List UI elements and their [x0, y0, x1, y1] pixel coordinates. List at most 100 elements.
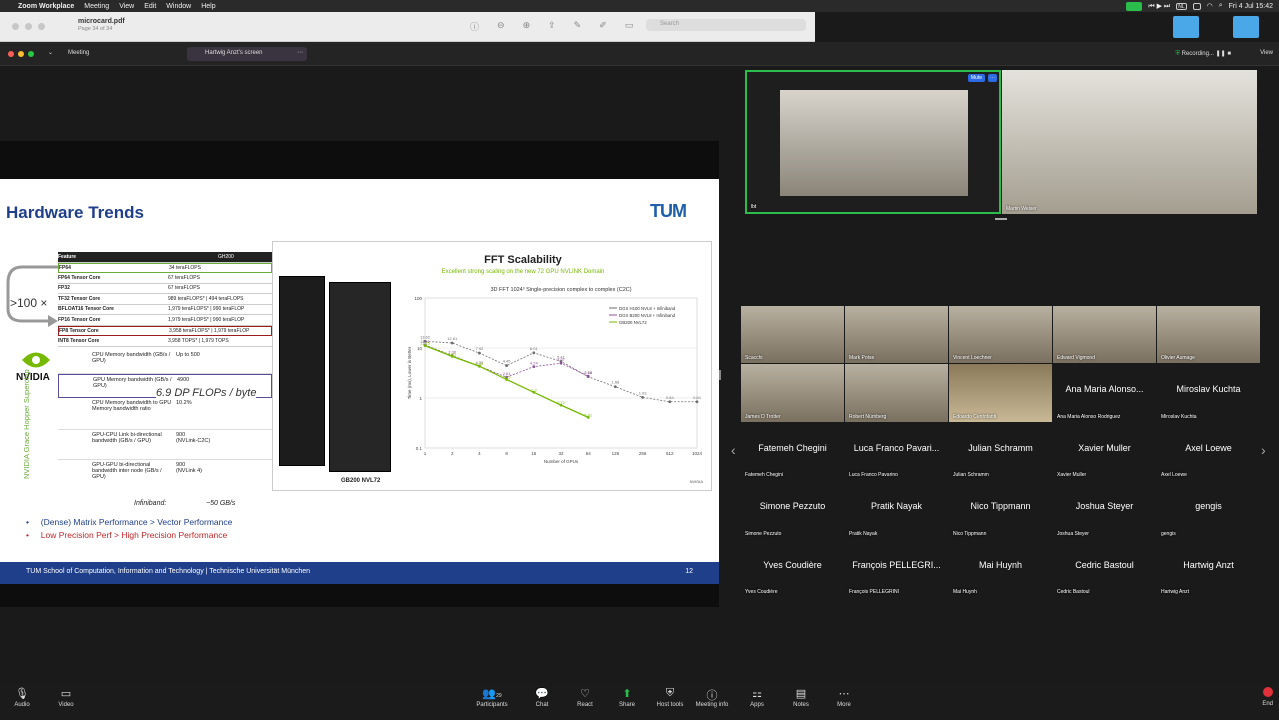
close-button[interactable]: [8, 51, 14, 57]
vertical-label: NVIDIA Grace Hopper Superchip: [22, 369, 31, 479]
gallery-tile[interactable]: Cedric Bastoul Cedric Bastoul: [1053, 539, 1156, 597]
splitter-handle[interactable]: [995, 218, 1007, 220]
battery-icon[interactable]: [1192, 2, 1201, 10]
cell: FP8 Tensor Core: [59, 327, 99, 334]
gallery-tile[interactable]: Robert Nürnberg: [845, 364, 948, 422]
resize-handle[interactable]: [719, 370, 721, 380]
zoom-in-icon[interactable]: ⊕: [523, 20, 531, 33]
zoom-window-controls: [8, 51, 34, 57]
chevron-down-icon[interactable]: ⌄: [48, 49, 53, 56]
menu-app-name[interactable]: Zoom Workplace: [18, 3, 74, 10]
gallery-tile[interactable]: Scacchi: [741, 306, 844, 364]
meeting-info-button[interactable]: ⓘ Meeting info: [692, 687, 732, 708]
info-icon[interactable]: ⓘ: [470, 20, 479, 33]
menu-edit[interactable]: Edit: [144, 3, 156, 10]
gallery-tile[interactable]: Simone Pezzuto Simone Pezzuto: [741, 481, 844, 539]
cell: Up to 500: [176, 352, 200, 358]
gallery-tile[interactable]: Vincent Loechner: [949, 306, 1052, 364]
media-controls-icon[interactable]: ⏮ ▶ ⏭: [1148, 2, 1170, 11]
audio-button[interactable]: 🎙 Audio: [2, 687, 42, 708]
video-tile-martin-weiser[interactable]: Martin Weiser: [1002, 70, 1257, 214]
gallery-tile[interactable]: Julian Schramm Julian Schramm: [949, 422, 1052, 481]
gallery-tile[interactable]: François PELLEGRI... François PELLEGRINI: [845, 539, 948, 597]
gallery-tile[interactable]: Mai Huynh Mai Huynh: [949, 539, 1052, 597]
clock[interactable]: Fri 4 Jul 15:42: [1229, 3, 1273, 10]
desktop-folder-icon[interactable]: [1233, 16, 1259, 38]
end-icon: [1262, 687, 1273, 697]
chat-button[interactable]: 💬 Chat: [522, 687, 562, 708]
desktop-folder-icon[interactable]: [1173, 16, 1199, 38]
menu-view[interactable]: View: [119, 3, 134, 10]
view-button[interactable]: View: [1260, 50, 1273, 56]
gallery-tile[interactable]: gengis gengis: [1157, 481, 1260, 539]
table-row: FP8 Tensor Core 3,958 teraFLOPS* | 1,979 …: [58, 325, 272, 336]
gallery-tile[interactable]: Olivier Aumage: [1157, 306, 1260, 364]
gallery-tile[interactable]: Miroslav Kuchta Miroslav Kuchta: [1157, 364, 1260, 422]
end-button[interactable]: End: [1262, 687, 1273, 707]
menu-meeting[interactable]: Meeting: [84, 3, 109, 10]
gallery-tile[interactable]: Joshua Steyer Joshua Steyer: [1053, 481, 1156, 539]
minimize-button[interactable]: [25, 23, 32, 30]
video-button[interactable]: ▭ Video: [46, 687, 86, 708]
menu-window[interactable]: Window: [166, 3, 191, 10]
gallery-tile[interactable]: Ana Maria Alonso... Ana Maria Alonso Rodr…: [1053, 364, 1156, 422]
y-tick-label: 10: [417, 346, 423, 351]
close-button[interactable]: [12, 23, 19, 30]
meeting-label[interactable]: Meeting: [68, 50, 89, 56]
table-row: FP64 Tensor Core 67 teraFLOPS: [58, 273, 272, 284]
notes-button[interactable]: ▤ Notes: [781, 687, 821, 708]
zoom-button[interactable]: [28, 51, 34, 57]
gallery-tile[interactable]: Yves Coudière Yves Coudière: [741, 539, 844, 597]
share-icon[interactable]: ⇪: [548, 20, 556, 33]
recording-indicator[interactable]: ⛨ Recording... ❚❚ ■: [1175, 50, 1231, 58]
legend-entry: DGX B200 NVL8 + Infiniband: [619, 313, 676, 318]
language-indicator[interactable]: NL: [1176, 2, 1187, 10]
table-header: Feature GH200: [58, 252, 272, 263]
sidebar-icon[interactable]: ▭: [625, 20, 634, 33]
screen-share-tab[interactable]: Hartwig Anzt's screen ⋯: [187, 47, 307, 61]
data-label: 4.45: [503, 359, 512, 364]
participants-button[interactable]: 👥29 Participants: [472, 687, 512, 708]
markup-icon[interactable]: ✐: [599, 20, 607, 33]
gallery-tile[interactable]: Edoardo Centofanti: [949, 364, 1052, 422]
rack-image: [329, 282, 391, 472]
gallery-tile[interactable]: Edward Vigmond: [1053, 306, 1156, 364]
table-row: CPU Memory bandwidth (GB/s / GPU) Up to 5…: [58, 350, 272, 374]
share-button[interactable]: ⬆ Share: [607, 687, 647, 708]
wifi-icon[interactable]: ◠: [1207, 2, 1213, 10]
audio-label: Audio: [14, 702, 30, 708]
gallery-tile[interactable]: Xavier Muller Xavier Muller: [1053, 422, 1156, 481]
apps-button[interactable]: ⚏ Apps: [737, 687, 777, 708]
prev-page-icon[interactable]: ‹: [731, 442, 736, 458]
host-tools-button[interactable]: ⛨ Host tools: [650, 687, 690, 708]
gallery-tile[interactable]: Mark Potse: [845, 306, 948, 364]
gallery-tile[interactable]: Pratik Nayak Pratik Nayak: [845, 481, 948, 539]
more-options-button[interactable]: ···: [988, 74, 997, 82]
gallery-tile[interactable]: Nico Tippmann Nico Tippmann: [949, 481, 1052, 539]
pdf-search-input[interactable]: Search: [646, 19, 806, 31]
more-button[interactable]: ⋯ More: [824, 687, 864, 708]
x-tick-label: 512: [666, 451, 674, 456]
rack-image: [279, 276, 325, 466]
participants-label: Participants: [476, 702, 508, 708]
minimize-button[interactable]: [18, 51, 24, 57]
menu-help[interactable]: Help: [201, 3, 215, 10]
react-button[interactable]: ♡ React: [565, 687, 605, 708]
highlight-icon[interactable]: ✎: [574, 20, 582, 33]
zoom-out-icon[interactable]: ⊖: [497, 20, 505, 33]
zoom-status-icon[interactable]: [1126, 1, 1143, 11]
data-label: 4.32: [476, 361, 485, 366]
gallery-tile[interactable]: Axel Loewe Axel Loewe: [1157, 422, 1260, 481]
search-icon[interactable]: ⌕: [1219, 2, 1223, 10]
video-tile-lbt[interactable]: Mute ··· lbt: [745, 70, 1001, 214]
gallery-tile[interactable]: Luca Franco Pavari... Luca Franco Pavarin…: [845, 422, 948, 481]
next-page-icon[interactable]: ›: [1261, 442, 1266, 458]
gallery-tile[interactable]: Hartwig Anzt Hartwig Anzt: [1157, 539, 1260, 597]
options-icon[interactable]: ⋯: [297, 49, 303, 56]
share-letterbox: [0, 141, 719, 179]
gallery-tile[interactable]: Fatemeh Chegini Fatemeh Chegini: [741, 422, 844, 481]
dp-annotation: 6.9 DP FLOPs / byte: [156, 387, 257, 399]
mute-button[interactable]: Mute: [967, 74, 985, 82]
zoom-button[interactable]: [38, 23, 45, 30]
gallery-tile[interactable]: James D Trotter: [741, 364, 844, 422]
